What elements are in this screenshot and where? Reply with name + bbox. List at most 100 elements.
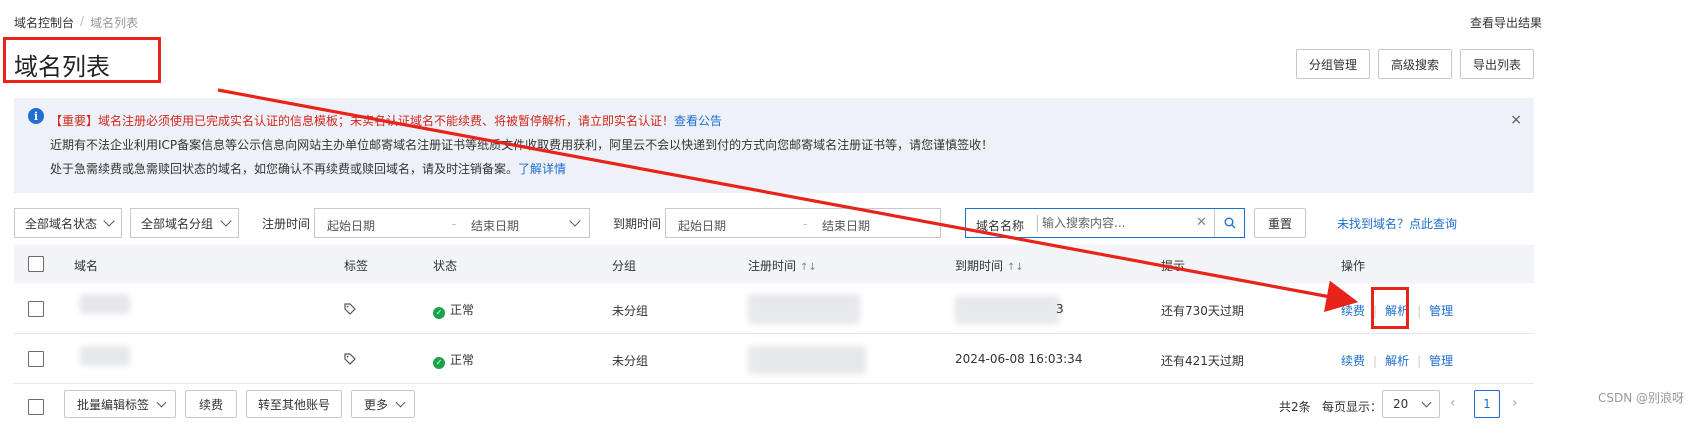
status-filter-value: 全部域名状态 [25, 216, 98, 231]
export-list-button[interactable]: 导出列表 [1460, 49, 1534, 79]
exp-time-cell: 2024-06-08 16:03:34 [955, 352, 1083, 366]
per-page-label: 每页显示： [1322, 400, 1383, 414]
exp-time-label: 到期时间 [613, 217, 662, 231]
more-button[interactable]: 更多 [351, 390, 415, 418]
search-button[interactable] [1214, 209, 1244, 237]
more-label: 更多 [364, 397, 389, 412]
col-reg-time-label: 注册时间 [748, 259, 797, 273]
search-kind-select[interactable]: 域名名称 [976, 217, 1024, 234]
col-hint: 提示 [1161, 259, 1186, 273]
ops-cell: 续费 | 解析 | 管理 [1341, 352, 1453, 369]
advanced-search-button[interactable]: 高级搜索 [1378, 49, 1452, 79]
group-manage-button[interactable]: 分组管理 [1296, 49, 1370, 79]
chevron-down-icon [103, 215, 115, 227]
view-export-results-link[interactable]: 查看导出结果 [1470, 14, 1542, 31]
search-icon [1224, 217, 1235, 229]
status-filter-select[interactable]: 全部域名状态 [14, 208, 122, 238]
breadcrumb-separator: / [80, 14, 85, 28]
manage-link[interactable]: 管理 [1429, 304, 1453, 318]
col-ops: 操作 [1341, 259, 1366, 273]
table-header: 域名 标签 状态 分组 注册时间 ↑↓ 到期时间 ↑↓ 提示 操作 [14, 245, 1534, 283]
hint-cell: 还有730天过期 [1161, 304, 1244, 318]
group-cell: 未分组 [612, 354, 649, 368]
redacted-reg-time [748, 294, 860, 324]
breadcrumb: 域名控制台 / 域名列表 [14, 14, 138, 31]
col-status: 状态 [433, 259, 458, 273]
chevron-down-icon [220, 215, 232, 227]
check-circle-icon: ✓ [433, 356, 445, 369]
reset-button[interactable]: 重置 [1254, 208, 1306, 238]
group-cell: 未分组 [612, 304, 649, 318]
ops-divider: | [1417, 304, 1422, 318]
batch-edit-tags-button[interactable]: 批量编辑标签 [64, 390, 176, 418]
redacted-domain[interactable] [80, 346, 130, 366]
annotation-highlight-title [3, 37, 161, 83]
check-circle-icon: ✓ [433, 306, 445, 319]
notice-line-cancel: 处于急需续费或急需赎回状态的域名，如您确认不再续费或赎回域名，请及时注销备案。了… [50, 160, 566, 177]
group-filter-value: 全部域名分组 [141, 216, 214, 231]
transfer-account-button[interactable]: 转至其他账号 [246, 390, 342, 418]
exp-time-cell: 3 [1056, 302, 1064, 316]
search-divider [1037, 215, 1038, 232]
reg-time-label: 注册时间 [262, 217, 311, 231]
per-page-select[interactable]: 20 [1382, 390, 1440, 418]
view-announcement-link[interactable]: 查看公告 [674, 114, 722, 128]
search-input[interactable] [1042, 213, 1182, 233]
col-exp-time[interactable]: 到期时间 ↑↓ [955, 257, 1024, 274]
sort-icon[interactable]: ↑↓ [1007, 262, 1024, 273]
reg-date-range-picker[interactable]: 起始日期 - 结束日期 [314, 208, 590, 238]
notice-line-fraud: 近期有不法企业利用ICP备案信息等公示信息向网站主办单位邮寄域名注册证书等纸质文… [50, 138, 994, 152]
chevron-down-icon [569, 215, 581, 227]
date-range-dash: - [803, 217, 808, 231]
sort-icon[interactable]: ↑↓ [800, 262, 817, 273]
col-domain: 域名 [74, 259, 99, 273]
domain-search-box: 域名名称 ✕ [965, 208, 1245, 238]
date-range-dash: - [452, 217, 457, 231]
redacted-domain[interactable] [80, 294, 130, 314]
col-exp-time-label: 到期时间 [955, 259, 1004, 273]
col-reg-time[interactable]: 注册时间 ↑↓ [748, 257, 817, 274]
breadcrumb-current: 域名列表 [90, 16, 139, 30]
chevron-down-icon [156, 397, 167, 408]
prev-page-icon[interactable]: ‹ [1450, 395, 1456, 411]
hint-cell: 还有421天过期 [1161, 354, 1244, 368]
col-tags: 标签 [344, 259, 369, 273]
reg-start-date[interactable]: 起始日期 [327, 217, 375, 234]
resolve-link[interactable]: 解析 [1385, 354, 1409, 368]
select-all-footer-checkbox[interactable] [28, 399, 44, 415]
tag-icon[interactable] [344, 303, 356, 315]
exp-end-date[interactable]: 结束日期 [822, 217, 870, 234]
table-row: ✓ 正常 未分组 3 还有730天过期 续费 | 解析 | 管理 [14, 284, 1534, 334]
group-filter-select[interactable]: 全部域名分组 [130, 208, 239, 238]
manage-link[interactable]: 管理 [1429, 354, 1453, 368]
row-checkbox[interactable] [28, 301, 44, 317]
renew-link[interactable]: 续费 [1341, 304, 1365, 318]
learn-more-link[interactable]: 了解详情 [518, 162, 566, 176]
page-number[interactable]: 1 [1474, 390, 1500, 418]
total-count: 共2条 [1279, 400, 1311, 414]
notice-banner: i 【重要】域名注册必须使用已完成实名认证的信息模板；未实名认证域名不能续费、将… [14, 98, 1534, 193]
next-page-icon[interactable]: › [1512, 395, 1518, 411]
chevron-down-icon [1421, 397, 1432, 408]
close-icon[interactable]: × [1510, 112, 1522, 128]
exp-start-date[interactable]: 起始日期 [678, 217, 726, 234]
col-group: 分组 [612, 259, 637, 273]
reg-end-date[interactable]: 结束日期 [471, 217, 519, 234]
status-cell: ✓ 正常 [433, 351, 474, 369]
batch-edit-tags-label: 批量编辑标签 [77, 397, 150, 412]
renew-link[interactable]: 续费 [1341, 354, 1365, 368]
not-found-query-link[interactable]: 未找到域名？点此查询 [1337, 215, 1457, 232]
exp-date-range-picker[interactable]: 起始日期 - 结束日期 [665, 208, 941, 238]
row-checkbox[interactable] [28, 351, 44, 367]
clear-icon[interactable]: ✕ [1196, 215, 1207, 230]
breadcrumb-home-link[interactable]: 域名控制台 [14, 14, 74, 31]
status-text: 正常 [450, 353, 475, 367]
status-text: 正常 [450, 303, 475, 317]
watermark-text: CSDN @别浪呀 [1597, 391, 1684, 405]
notice-cancel-text: 处于急需续费或急需赎回状态的域名，如您确认不再续费或赎回域名，请及时注销备案。 [50, 162, 519, 176]
select-all-checkbox[interactable] [28, 256, 44, 272]
tag-icon[interactable] [344, 353, 356, 365]
batch-renew-button[interactable]: 续费 [185, 390, 237, 418]
table-row: ✓ 正常 未分组 2024-06-08 16:03:34 还有421天过期 续费 |… [14, 334, 1534, 384]
ops-divider: | [1373, 354, 1378, 368]
